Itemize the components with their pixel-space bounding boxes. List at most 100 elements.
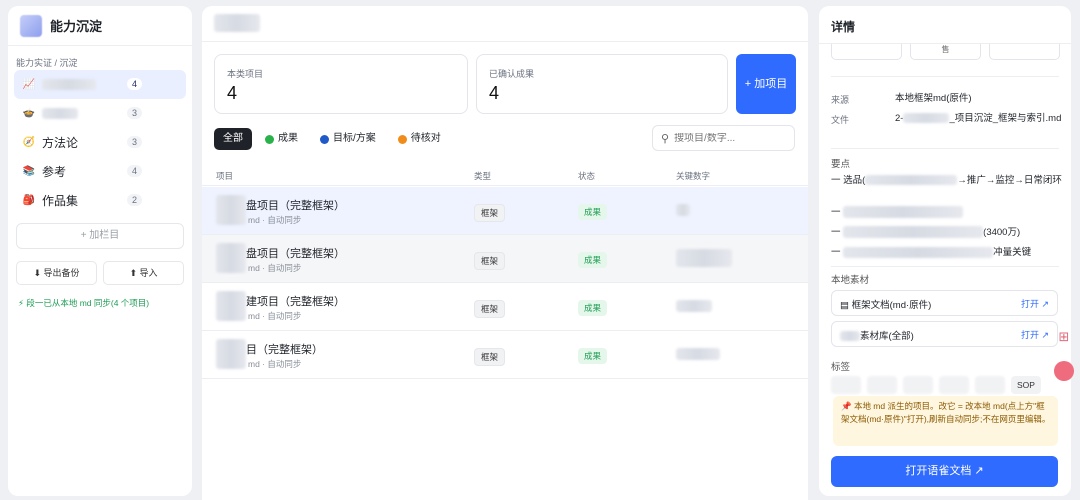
- tag-sop: SOP: [1011, 376, 1041, 394]
- row-subtitle: md · 自动同步: [248, 310, 301, 322]
- main-panel: 本类项目 4 已确认成果 4 + 加项目 全部 成果 目标/方案 待核对 ⚲ 项…: [202, 6, 808, 500]
- row-type-tag: 框架: [474, 300, 505, 318]
- table-row[interactable]: 目（完整框架） md · 自动同步 框架 成果: [202, 331, 808, 379]
- sidebar-item-count: 2: [127, 194, 142, 206]
- row-title: 盘项目（完整框架）: [246, 197, 345, 213]
- table-header: 项目 类型 状态 关键数字: [202, 164, 808, 186]
- detail-metric-box: [989, 44, 1060, 60]
- column-project: 项目: [216, 170, 233, 182]
- row-key-figure-redacted: [676, 204, 690, 216]
- row-subtitle: md · 自动同步: [248, 262, 301, 274]
- sidebar: 能力沉淀 能力实证 / 沉淀 📈 4 🍲 3 🧭 方法论 3 📚 参考 4 🎒 …: [8, 6, 192, 496]
- material-library[interactable]: 素材库(全部) 打开 ↗: [831, 321, 1058, 347]
- row-title: 建项目（完整框架）: [246, 293, 345, 309]
- divider: [831, 266, 1059, 267]
- sidebar-item-reference[interactable]: 📚 参考 4: [14, 157, 186, 186]
- pot-icon: 🍲: [22, 108, 36, 119]
- green-dot-icon: [265, 135, 274, 144]
- column-key-figures: 关键数字: [676, 170, 710, 182]
- row-title: 目（完整框架）: [246, 341, 323, 357]
- row-status-tag: 成果: [578, 300, 607, 316]
- sidebar-item-methodology[interactable]: 🧭 方法论 3: [14, 128, 186, 157]
- tag-redacted: [867, 376, 897, 394]
- tag-list: SOP: [831, 376, 1041, 394]
- material-label: 素材库(全部): [860, 331, 914, 342]
- row-key-figure-redacted: [676, 249, 732, 267]
- source-value: 本地框架md(原件): [895, 92, 1065, 105]
- export-backup-button[interactable]: ⬇ 导出备份: [16, 261, 97, 285]
- point-item: 一 冲量关键: [831, 246, 1063, 259]
- table-row[interactable]: 建项目（完整框架） md · 自动同步 框架 成果: [202, 283, 808, 331]
- sidebar-item-1[interactable]: 📈 4: [14, 70, 186, 99]
- app-logo: [20, 15, 42, 37]
- stat-value: 4: [489, 83, 499, 104]
- search-icon: ⚲: [661, 132, 669, 145]
- source-key: 来源: [831, 93, 849, 106]
- sidebar-item-2[interactable]: 🍲 3: [14, 99, 186, 128]
- filter-bar: 全部 成果 目标/方案 待核对: [214, 128, 454, 150]
- row-subtitle: md · 自动同步: [248, 214, 301, 226]
- search-input[interactable]: [674, 133, 784, 144]
- row-thumb-redacted: [216, 291, 246, 321]
- orange-dot-icon: [398, 135, 407, 144]
- row-key-figure-redacted: [676, 348, 720, 360]
- tag-redacted: [831, 376, 861, 394]
- tag-redacted: [903, 376, 933, 394]
- sidebar-item-count: 3: [127, 136, 142, 148]
- row-subtitle: md · 自动同步: [248, 358, 301, 370]
- apps-icon[interactable]: ⊞: [1054, 327, 1074, 347]
- add-column-button[interactable]: + 加栏目: [16, 223, 184, 249]
- sidebar-item-label-redacted: [42, 79, 96, 90]
- main-title-redacted: [214, 14, 260, 32]
- breadcrumb: 能力实证 / 沉淀: [8, 46, 192, 70]
- translate-icon[interactable]: : [1054, 361, 1074, 381]
- filter-results[interactable]: 成果: [256, 128, 307, 150]
- search-box[interactable]: ⚲: [652, 125, 795, 151]
- filter-all[interactable]: 全部: [214, 128, 252, 150]
- tag-redacted: [939, 376, 969, 394]
- point-item: 一 选品(→推广→监控→日常闭环: [831, 174, 1063, 187]
- stat-label: 已确认成果: [489, 67, 534, 80]
- row-title: 盘项目（完整框架）: [246, 245, 345, 261]
- stat-card-projects: 本类项目 4: [214, 54, 468, 114]
- row-thumb-redacted: [216, 339, 246, 369]
- row-status-tag: 成果: [578, 252, 607, 268]
- main-header: [202, 6, 808, 42]
- open-yuque-button[interactable]: 打开语雀文档 ↗: [831, 456, 1058, 487]
- sidebar-item-label: 方法论: [42, 134, 78, 151]
- row-thumb-redacted: [216, 243, 246, 273]
- brand: 能力沉淀: [8, 6, 192, 46]
- filter-pending[interactable]: 待核对: [389, 128, 450, 150]
- sidebar-item-count: 3: [127, 107, 142, 119]
- sidebar-item-count: 4: [127, 165, 142, 177]
- material-label: ▤ 框架文档(md·原件): [840, 300, 931, 311]
- chart-icon: 📈: [22, 79, 36, 90]
- detail-title: 详情: [819, 6, 1071, 44]
- row-key-figure-redacted: [676, 300, 712, 312]
- file-value: 2- _项目沉淀_框架与索引.md: [895, 112, 1065, 125]
- file-name-redacted: [903, 113, 949, 123]
- point-item: 一 (3400万): [831, 226, 1063, 239]
- open-link[interactable]: 打开 ↗: [1021, 328, 1049, 341]
- table-row[interactable]: 盘项目（完整框架） md · 自动同步 框架 成果: [202, 187, 808, 235]
- table-row[interactable]: 盘项目（完整框架） md · 自动同步 框架 成果: [202, 235, 808, 283]
- column-type: 类型: [474, 170, 491, 182]
- detail-panel: 详情 售 来源 本地框架md(原件) 文件 2- _项目沉淀_框架与索引.md 要…: [819, 6, 1071, 496]
- tag-redacted: [975, 376, 1005, 394]
- add-project-button[interactable]: + 加项目: [736, 54, 796, 114]
- tags-title: 标签: [831, 359, 850, 373]
- blue-dot-icon: [320, 135, 329, 144]
- sidebar-item-label-redacted: [42, 108, 78, 119]
- material-framework-doc[interactable]: ▤ 框架文档(md·原件) 打开 ↗: [831, 290, 1058, 316]
- divider: [831, 76, 1059, 77]
- points-title: 要点: [831, 156, 850, 170]
- file-key: 文件: [831, 113, 849, 126]
- filter-goals[interactable]: 目标/方案: [311, 128, 385, 150]
- open-link[interactable]: 打开 ↗: [1021, 297, 1049, 310]
- books-icon: 📚: [22, 166, 36, 177]
- row-status-tag: 成果: [578, 348, 607, 364]
- row-type-tag: 框架: [474, 204, 505, 222]
- sidebar-item-portfolio[interactable]: 🎒 作品集 2: [14, 186, 186, 215]
- bag-icon: 🎒: [22, 195, 36, 206]
- import-button[interactable]: ⬆ 导入: [103, 261, 184, 285]
